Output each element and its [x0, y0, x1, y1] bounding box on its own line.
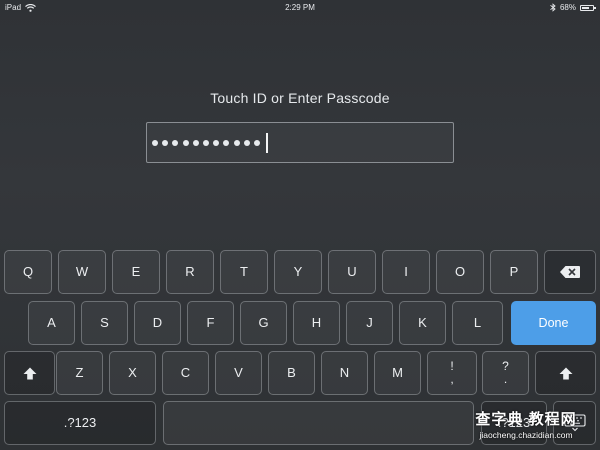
watermark: 查字典 教程网 jiaocheng.chazidian.com	[458, 404, 594, 448]
status-right: 68%	[550, 3, 596, 12]
status-bar: iPad 2:29 PM 68%	[0, 0, 600, 16]
key-p[interactable]: P	[490, 250, 538, 294]
key-x[interactable]: X	[109, 351, 156, 395]
key-d[interactable]: D	[134, 301, 181, 345]
key-w[interactable]: W	[58, 250, 106, 294]
bluetooth-icon	[550, 3, 556, 12]
key-m[interactable]: M	[374, 351, 421, 395]
key-i[interactable]: I	[382, 250, 430, 294]
passcode-dot	[152, 140, 158, 146]
key-u[interactable]: U	[328, 250, 376, 294]
key-comma-label: ,	[450, 372, 454, 386]
watermark-main: 查字典 教程网	[475, 411, 577, 428]
passcode-dot	[192, 140, 199, 146]
key-y[interactable]: Y	[274, 250, 322, 294]
key-l[interactable]: L	[452, 301, 503, 345]
passcode-field[interactable]	[146, 122, 454, 163]
key-g[interactable]: G	[240, 301, 287, 345]
backspace-key[interactable]	[544, 250, 596, 294]
key-exclamation-comma-labels: ! ,	[450, 360, 453, 386]
key-z[interactable]: Z	[56, 351, 103, 395]
key-q[interactable]: Q	[4, 250, 52, 294]
passcode-dot	[182, 140, 189, 146]
status-time: 2:29 PM	[285, 3, 315, 12]
passcode-dot	[202, 140, 209, 146]
done-button[interactable]: Done	[511, 301, 596, 345]
key-s[interactable]: S	[81, 301, 128, 345]
key-question-period[interactable]: ? .	[482, 351, 529, 395]
key-j[interactable]: J	[346, 301, 393, 345]
text-caret	[266, 133, 269, 153]
numbers-key-left[interactable]: .?123	[4, 401, 156, 445]
key-question-period-labels: ? .	[502, 360, 509, 386]
key-e[interactable]: E	[112, 250, 160, 294]
passcode-dots	[152, 133, 269, 153]
key-a[interactable]: A	[28, 301, 75, 345]
shift-key-right[interactable]	[535, 351, 596, 395]
battery-icon	[580, 4, 596, 11]
shift-icon	[23, 367, 37, 380]
key-exclamation-comma[interactable]: ! ,	[427, 351, 477, 395]
battery-level-fill	[582, 6, 589, 9]
passcode-dot	[243, 140, 250, 146]
key-h[interactable]: H	[293, 301, 340, 345]
passcode-dot	[253, 140, 260, 146]
key-v[interactable]: V	[215, 351, 262, 395]
key-o[interactable]: O	[436, 250, 484, 294]
battery-percent: 68%	[559, 3, 576, 12]
passcode-dot	[162, 140, 169, 146]
key-n[interactable]: N	[321, 351, 368, 395]
passcode-dot	[172, 140, 179, 146]
backspace-icon	[559, 265, 581, 279]
passcode-dot	[233, 140, 240, 146]
key-r[interactable]: R	[166, 250, 214, 294]
passcode-dot	[223, 140, 230, 146]
key-c[interactable]: C	[162, 351, 209, 395]
key-period-label: .	[503, 372, 508, 386]
key-b[interactable]: B	[268, 351, 315, 395]
watermark-sub: jiaocheng.chazidian.com	[479, 430, 573, 440]
passcode-prompt: Touch ID or Enter Passcode	[210, 90, 390, 106]
shift-key-left[interactable]	[4, 351, 55, 395]
key-t[interactable]: T	[220, 250, 268, 294]
space-bar[interactable]	[163, 401, 474, 445]
passcode-dot	[213, 140, 220, 146]
key-k[interactable]: K	[399, 301, 446, 345]
shift-icon	[559, 367, 573, 380]
key-f[interactable]: F	[187, 301, 234, 345]
